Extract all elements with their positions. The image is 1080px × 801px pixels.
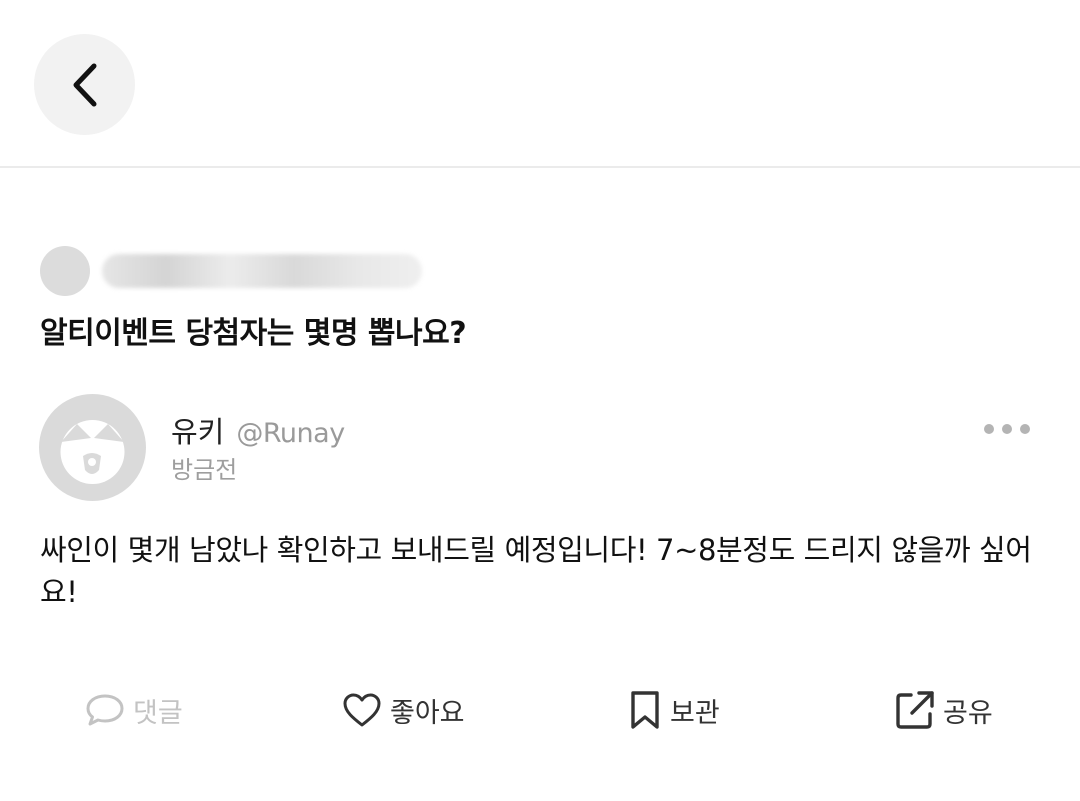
back-button[interactable] [34, 34, 135, 135]
timestamp: 방금전 [171, 456, 238, 484]
default-avatar-icon [60, 420, 125, 484]
like-label: 좋아요 [390, 697, 465, 729]
dot-icon [1020, 424, 1030, 434]
share-button[interactable]: 공유 [895, 680, 993, 740]
action-bar: 댓글 좋아요 보관 공유 [0, 680, 1080, 740]
author-handle[interactable]: @Runay [236, 418, 345, 449]
dot-icon [1002, 424, 1012, 434]
save-label: 보관 [670, 697, 720, 729]
question-author-redacted [40, 246, 422, 296]
comment-label: 댓글 [133, 697, 183, 729]
redacted-name [102, 254, 422, 288]
like-button[interactable]: 좋아요 [342, 680, 465, 740]
question-text: 알티이벤트 당첨자는 몇명 뽑나요? [40, 316, 467, 351]
share-icon [896, 691, 934, 729]
author-name[interactable]: 유키 [171, 409, 224, 451]
dot-icon [984, 424, 994, 434]
more-options-button[interactable] [984, 414, 1030, 444]
chevron-left-icon [73, 63, 96, 106]
save-button[interactable]: 보관 [628, 680, 720, 740]
avatar[interactable] [39, 394, 146, 501]
avatar [40, 246, 90, 296]
speech-bubble-icon [86, 694, 124, 726]
answer-text: 싸인이 몇개 남았나 확인하고 보내드릴 예정입니다! 7~8분정도 드리지 않… [40, 533, 1032, 609]
answer-author: 유키 @Runay [171, 409, 345, 451]
comment-button[interactable]: 댓글 [85, 680, 183, 740]
top-bar [0, 0, 1080, 168]
share-label: 공유 [943, 697, 993, 729]
bookmark-icon [631, 691, 659, 729]
heart-icon [343, 693, 381, 727]
